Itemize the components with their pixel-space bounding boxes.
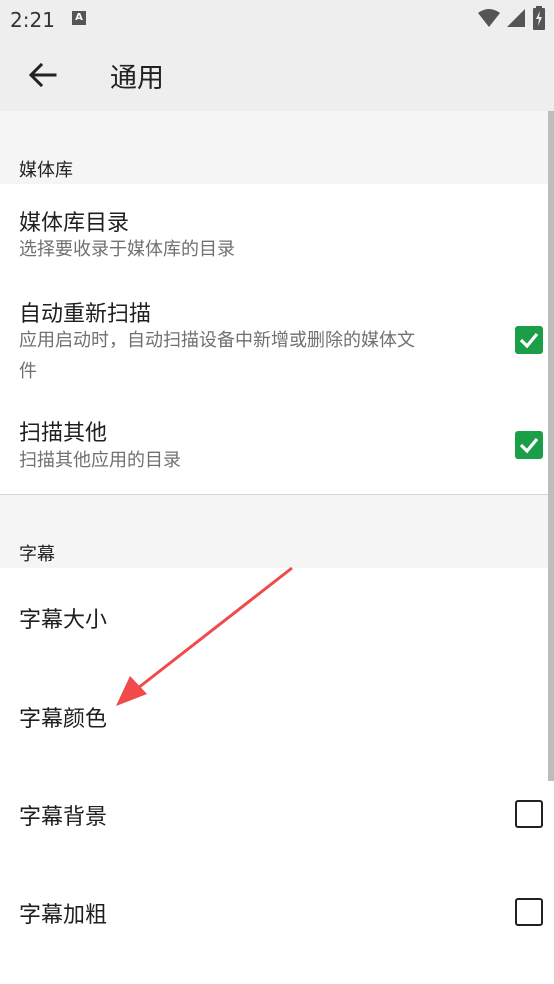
pref-subtitle-background[interactable]: 字幕背景 xyxy=(0,764,548,862)
pref-subtitle-size[interactable]: 字幕大小 xyxy=(0,568,548,666)
page-title: 通用 xyxy=(110,63,164,94)
auto-rescan-checkbox[interactable] xyxy=(515,326,543,354)
pref-summary: 选择要收录于媒体库的目录 xyxy=(19,239,235,260)
pref-summary-line2: 件 xyxy=(19,361,37,382)
pref-subtitle-bold[interactable]: 字幕加粗 xyxy=(0,862,548,960)
pref-title: 字幕背景 xyxy=(19,805,108,830)
signal-icon xyxy=(507,9,525,27)
pref-title: 媒体库目录 xyxy=(19,211,130,236)
scrollbar[interactable] xyxy=(548,111,554,781)
pref-subtitle-color[interactable]: 字幕颜色 xyxy=(0,666,548,764)
notification-badge-icon: A xyxy=(72,11,86,25)
checkmark-icon xyxy=(519,437,539,454)
status-time: 2:21 xyxy=(10,8,55,32)
pref-title: 扫描其他 xyxy=(19,421,108,446)
pref-title: 自动重新扫描 xyxy=(19,302,152,327)
status-bar: 2:21 A xyxy=(0,0,554,38)
scan-others-checkbox[interactable] xyxy=(515,431,543,459)
pref-title: 字幕加粗 xyxy=(19,903,108,928)
pref-scan-others[interactable]: 扫描其他 扫描其他应用的目录 xyxy=(0,393,548,493)
pref-summary-line1: 应用启动时，自动扫描设备中新增或删除的媒体文 xyxy=(19,330,415,351)
pref-title: 字幕颜色 xyxy=(19,707,108,732)
wifi-icon xyxy=(478,9,500,27)
section-header-label: 媒体库 xyxy=(19,160,73,181)
back-button[interactable] xyxy=(26,58,60,92)
section-header-label: 字幕 xyxy=(19,544,55,565)
pref-summary: 扫描其他应用的目录 xyxy=(19,450,181,471)
battery-charging-icon xyxy=(533,6,545,30)
app-toolbar: 通用 xyxy=(0,38,554,111)
status-icons xyxy=(478,6,546,30)
subtitle-bold-checkbox[interactable] xyxy=(515,898,543,926)
arrow-left-icon xyxy=(28,62,57,88)
section-header-subtitles: 字幕 xyxy=(0,495,554,568)
subtitle-background-checkbox[interactable] xyxy=(515,800,543,828)
pref-media-folders[interactable]: 媒体库目录 选择要收录于媒体库的目录 xyxy=(0,184,548,273)
pref-auto-rescan[interactable]: 自动重新扫描 应用启动时，自动扫描设备中新增或删除的媒体文 件 xyxy=(0,273,548,393)
checkmark-icon xyxy=(519,332,539,349)
pref-title: 字幕大小 xyxy=(19,608,108,633)
section-header-media: 媒体库 xyxy=(0,111,554,184)
